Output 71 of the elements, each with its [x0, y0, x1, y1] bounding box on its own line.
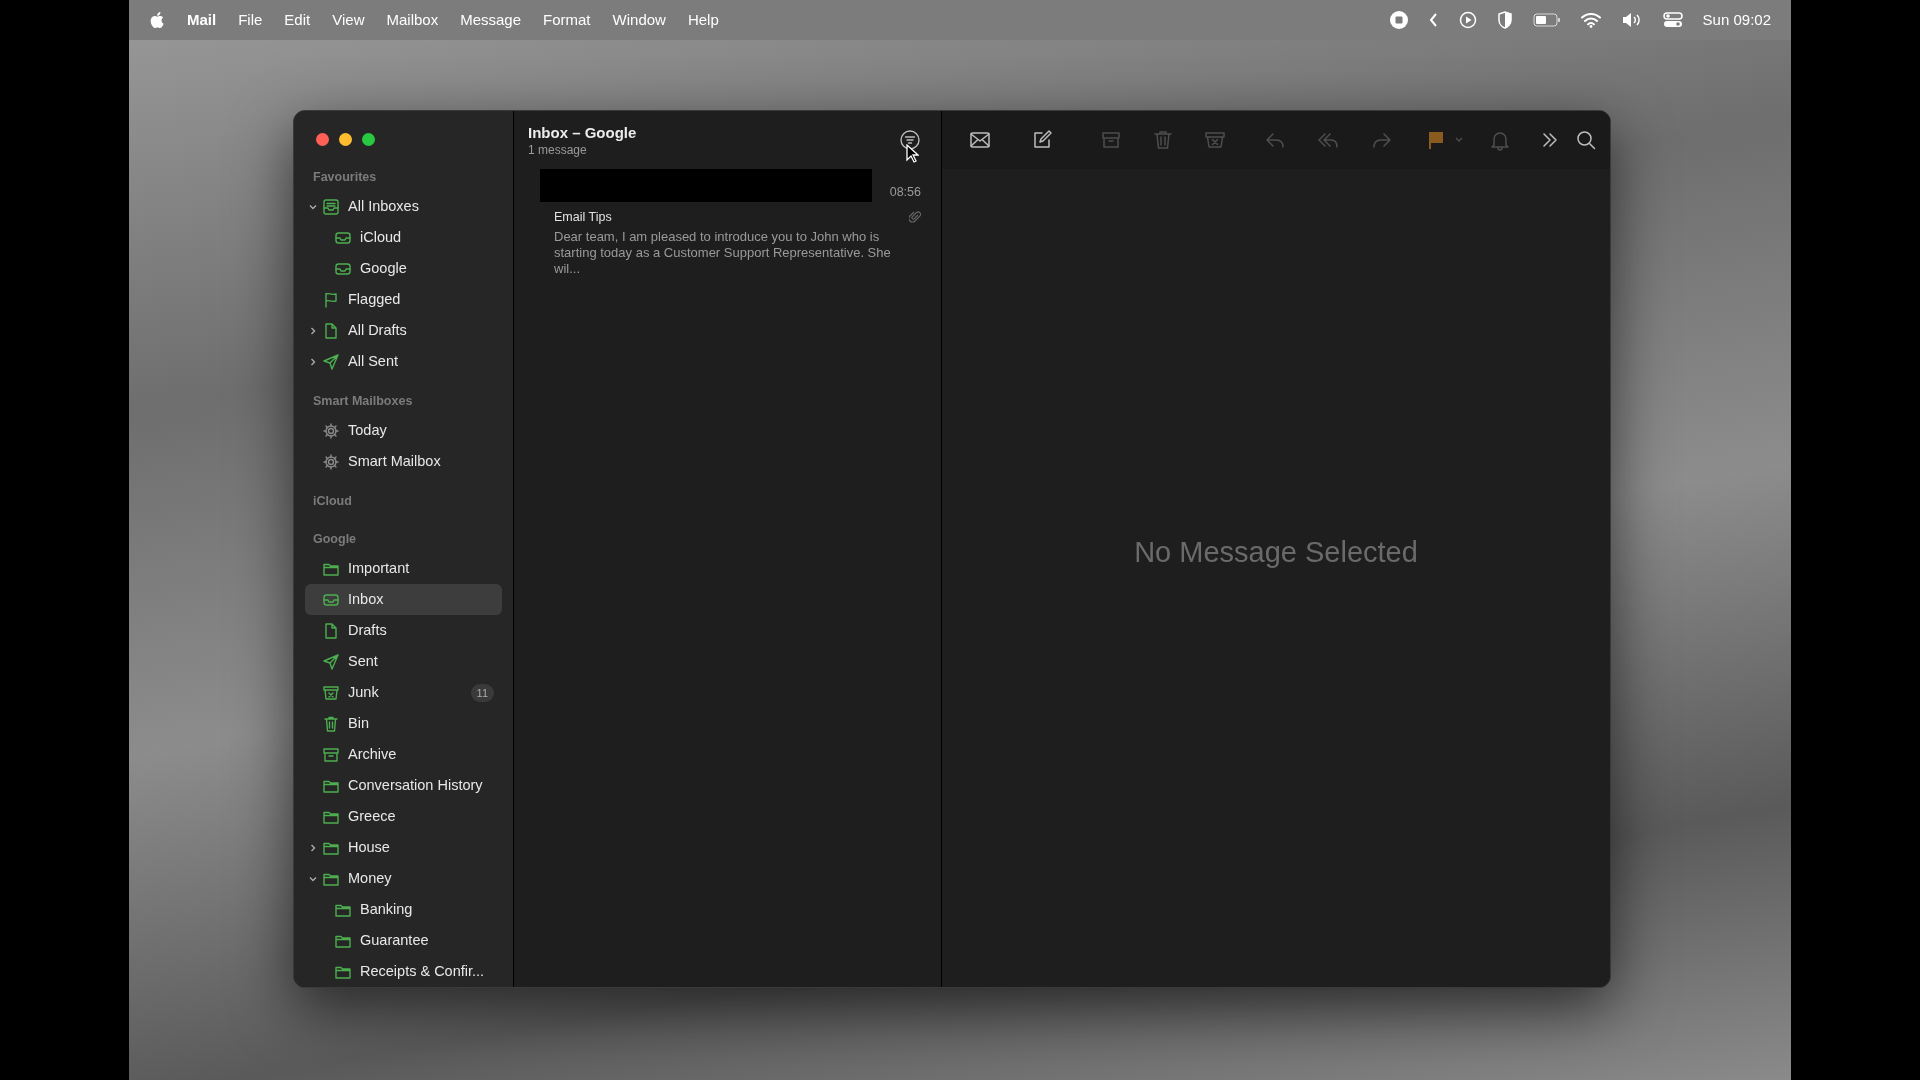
close-button[interactable]	[316, 133, 329, 146]
document-icon	[322, 621, 340, 640]
sidebar-item[interactable]: Greece	[305, 801, 502, 832]
sidebar-item[interactable]: Bin	[305, 708, 502, 739]
minimize-button[interactable]	[339, 133, 352, 146]
message-subject: Email Tips	[554, 209, 612, 226]
archive-box-icon	[322, 745, 340, 764]
chevron-right-icon[interactable]	[308, 325, 318, 336]
menu-item[interactable]: Message	[460, 8, 522, 32]
clock[interactable]: Sun 09:02	[1702, 8, 1771, 32]
gear-icon	[322, 421, 340, 440]
menu-item[interactable]: Help	[687, 8, 719, 32]
message-count: 1 message	[528, 141, 588, 158]
no-message-label: No Message Selected	[1134, 535, 1418, 571]
section-header: iCloud	[312, 493, 353, 510]
sidebar-item[interactable]: Banking	[305, 894, 502, 925]
section-header: Google	[312, 531, 358, 548]
sidebar-item[interactable]: Today	[305, 415, 502, 446]
battery-icon[interactable]	[1532, 13, 1561, 27]
sidebar-item[interactable]: Google	[305, 253, 502, 284]
sidebar-item[interactable]: Drafts	[305, 615, 502, 646]
sidebar-item[interactable]: Archive	[305, 739, 502, 770]
sidebar-item[interactable]: Money	[305, 863, 502, 894]
speaker-icon[interactable]	[1620, 12, 1643, 28]
tray-stack-icon	[322, 197, 340, 216]
sidebar-item[interactable]: Junk 11	[305, 677, 502, 708]
flag-icon	[322, 290, 340, 309]
menu-item[interactable]: Mailbox	[386, 8, 439, 32]
chevron-right-icon[interactable]	[308, 842, 318, 853]
sidebar-item[interactable]: House	[305, 832, 502, 863]
sidebar-item[interactable]: All Inboxes	[305, 191, 502, 222]
sidebar-item[interactable]: Receipts & Confir...	[305, 956, 502, 987]
sidebar-item[interactable]: Sent	[305, 646, 502, 677]
paper-plane-icon	[322, 652, 340, 671]
sidebar-item[interactable]: All Sent	[305, 346, 502, 377]
zoom-button[interactable]	[362, 133, 375, 146]
play-icon[interactable]	[1458, 11, 1477, 29]
sidebar-item[interactable]: Smart Mailbox	[305, 446, 502, 477]
menu-item[interactable]: File	[238, 8, 263, 32]
wifi-icon[interactable]	[1580, 12, 1601, 28]
junk-box-icon	[322, 683, 340, 702]
unread-count: 11	[470, 683, 494, 702]
sidebar-item[interactable]: Guarantee	[305, 925, 502, 956]
document-icon	[322, 321, 340, 340]
menu-item[interactable]: Edit	[284, 8, 311, 32]
sidebar-item[interactable]: Flagged	[305, 284, 502, 315]
message-row[interactable]: 08:56 Email Tips Dear team, I am pleased to introduce you to John who is starting today as a Customer Support Representative. She wil...	[514, 169, 941, 285]
sidebar-item[interactable]: iCloud	[305, 222, 502, 253]
chevron-left-icon[interactable]	[1428, 12, 1439, 28]
sidebar-item[interactable]: All Drafts	[305, 315, 502, 346]
chevron-right-icon[interactable]	[308, 356, 318, 367]
mouse-pointer-icon	[906, 144, 919, 163]
trash-icon	[322, 714, 340, 733]
sidebar-item[interactable]: Important	[305, 553, 502, 584]
message-preview: Dear team, I am pleased to introduce you to John who is starting today as a Customer Support Representative. She wil...	[554, 228, 892, 277]
gear-icon	[322, 452, 340, 471]
menu-item[interactable]: View	[332, 8, 365, 32]
filter-icon[interactable]	[899, 129, 921, 151]
paper-plane-icon	[322, 352, 340, 371]
menu-item[interactable]: Format	[543, 8, 591, 32]
message-time: 08:56	[889, 184, 921, 202]
app-menu[interactable]: Mail	[187, 8, 217, 32]
record-icon[interactable]	[1388, 10, 1409, 30]
sidebar-item[interactable]: Conversation History	[305, 770, 502, 801]
section-header: Favourites	[312, 169, 378, 186]
sidebar-item[interactable]: Inbox	[305, 584, 502, 615]
section-header: Smart Mailboxes	[312, 393, 414, 410]
mailbox-title: Inbox – Google	[528, 122, 637, 142]
menu-item[interactable]: Window	[612, 8, 666, 32]
control-centre-icon[interactable]	[1662, 12, 1683, 28]
shield-icon[interactable]	[1496, 11, 1513, 29]
